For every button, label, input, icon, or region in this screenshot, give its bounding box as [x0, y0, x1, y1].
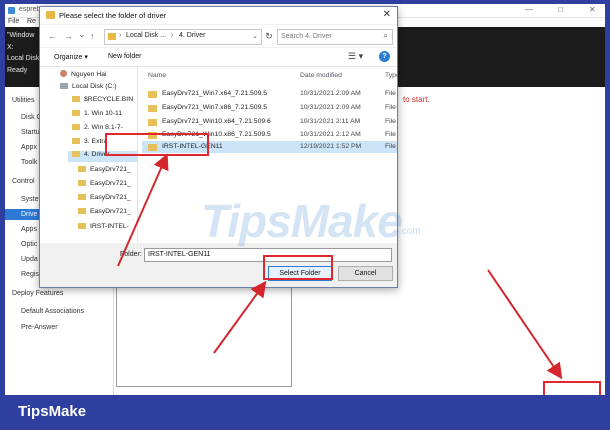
annotation-arrows — [117, 153, 563, 380]
arrow-to-next-button — [487, 269, 563, 380]
brand-logo-text: TipsMake — [18, 403, 87, 420]
arrow-to-folder — [117, 153, 169, 267]
arrow-to-select-button — [213, 280, 267, 354]
